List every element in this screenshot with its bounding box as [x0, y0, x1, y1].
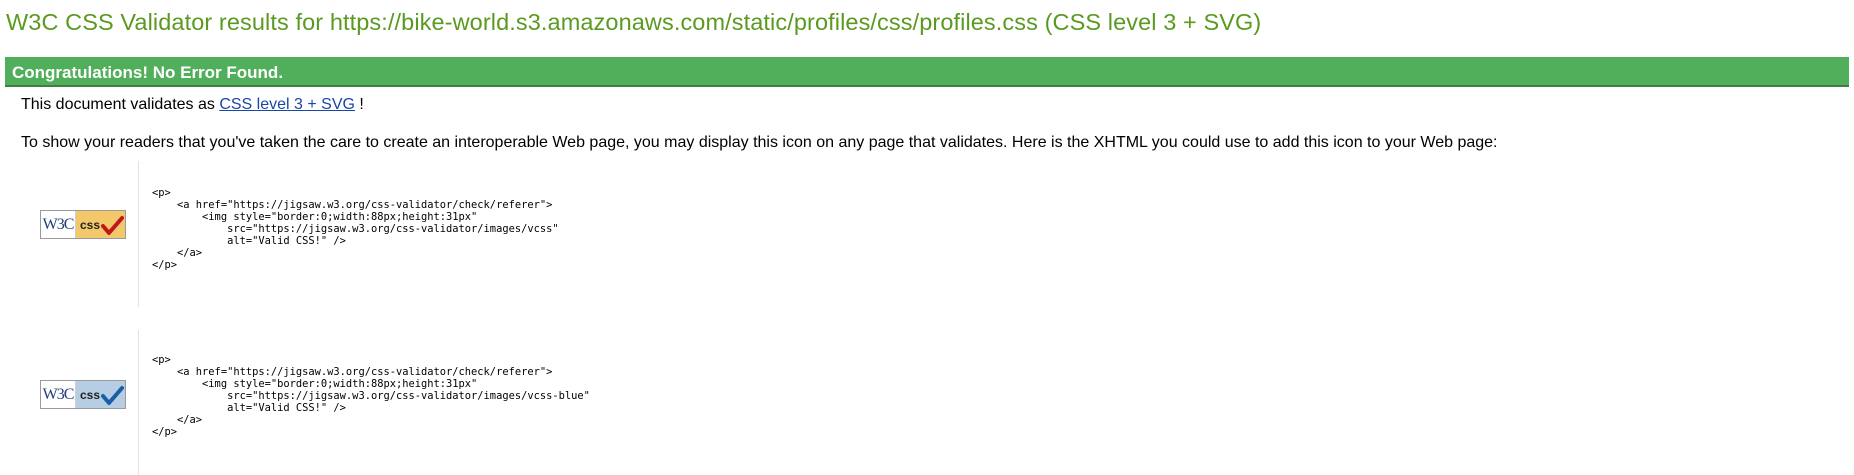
check-mark-icon [101, 216, 124, 235]
badge-code-snippet: <p> <a href="https://jigsaw.w3.org/css-v… [152, 354, 590, 438]
badge-instructions: To show your readers that you've taken t… [21, 134, 1498, 151]
css-badge-panel: css [76, 381, 125, 408]
badge-code-snippet: <p> <a href="https://jigsaw.w3.org/css-v… [152, 187, 559, 271]
validates-prefix: This document validates as [21, 96, 220, 113]
validates-suffix: ! [354, 96, 364, 113]
css-badge-panel: css [76, 211, 125, 238]
css-profile-link[interactable]: CSS level 3 + SVG [219, 96, 355, 113]
validates-as-line: This document validates as CSS level 3 +… [21, 96, 364, 114]
w3c-logo-text: W3C [41, 211, 76, 238]
css-badge-label: css [80, 217, 101, 232]
badge-snippet-row-blue: W3C css <p> <a href="https://jigsaw.w3.o… [21, 330, 1621, 475]
validator-results-page: W3C CSS Validator results for https://bi… [0, 0, 1854, 475]
badge-cell: W3C css [21, 161, 139, 307]
badge-snippet-row-gold: W3C css <p> <a href="https://jigsaw.w3.o… [21, 161, 1621, 307]
badge-cell: W3C css [21, 330, 139, 475]
css-badge-label: css [80, 387, 101, 402]
w3c-logo-text: W3C [41, 381, 76, 408]
check-mark-icon [101, 386, 124, 405]
success-message: Congratulations! No Error Found. [12, 63, 284, 82]
success-banner: Congratulations! No Error Found. [5, 57, 1849, 87]
w3c-css-valid-gold-icon: W3C css [40, 210, 126, 239]
page-title: W3C CSS Validator results for https://bi… [6, 9, 1262, 35]
w3c-css-valid-blue-icon: W3C css [40, 380, 126, 409]
